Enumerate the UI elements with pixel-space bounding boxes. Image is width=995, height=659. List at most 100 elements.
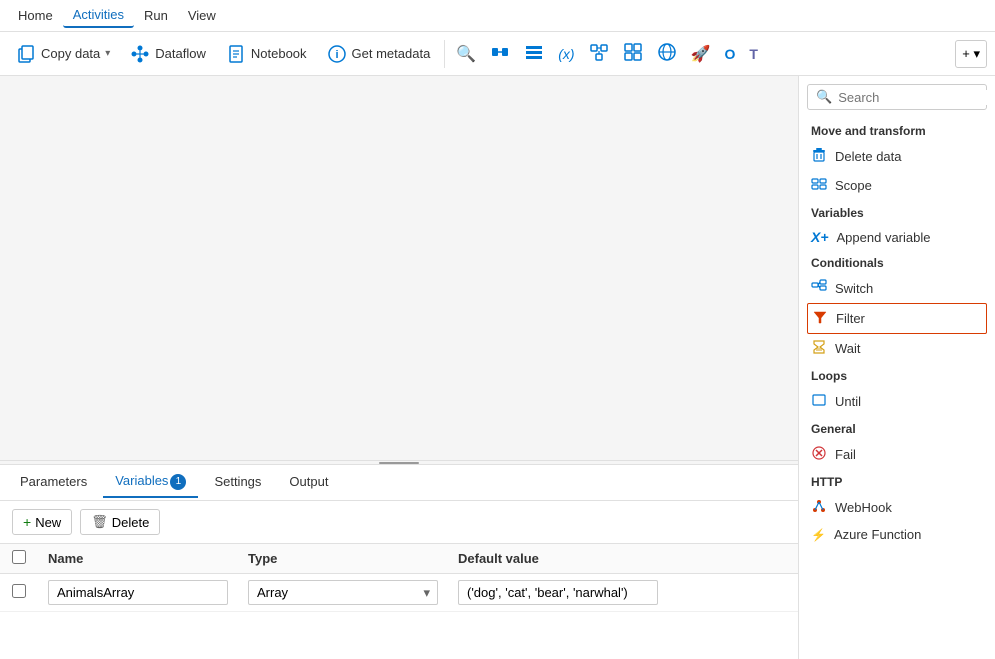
- header-default: Default value: [458, 551, 786, 566]
- row-type-cell: Array String Boolean Integer ▾: [248, 580, 458, 605]
- new-icon: +: [23, 514, 31, 530]
- name-input[interactable]: [48, 580, 228, 605]
- bottom-actions: + New 🗑 Delete: [0, 501, 798, 544]
- azure-function-icon: ⚡: [811, 528, 826, 542]
- fail-label: Fail: [835, 447, 856, 462]
- variables-table: Name Type Default value Array: [0, 544, 798, 612]
- wait-label: Wait: [835, 341, 861, 356]
- bottom-tabs: Parameters Variables1 Settings Output: [0, 465, 798, 501]
- section-conditionals-label: Conditionals: [799, 250, 995, 274]
- formula-button[interactable]: (x): [553, 41, 579, 67]
- flow-button[interactable]: [584, 37, 614, 70]
- azure-function-label: Azure Function: [834, 527, 921, 542]
- panel-item-webhook[interactable]: WebHook: [799, 493, 995, 522]
- menu-view[interactable]: View: [178, 4, 226, 27]
- pipeline-icon: [490, 42, 510, 65]
- toolbar-separator-1: [444, 40, 445, 68]
- list-icon: [524, 42, 544, 65]
- canvas-area: Parameters Variables1 Settings Output + …: [0, 76, 798, 659]
- copy-data-label: Copy data: [41, 46, 100, 61]
- template-button[interactable]: [618, 37, 648, 70]
- panel-item-filter[interactable]: Filter: [807, 303, 987, 334]
- panel-item-azure-function[interactable]: ⚡ Azure Function: [799, 522, 995, 547]
- panel-item-fail[interactable]: Fail: [799, 440, 995, 469]
- tab-variables[interactable]: Variables1: [103, 467, 198, 498]
- filter-label: Filter: [836, 311, 865, 326]
- panel-sections: Move and transform Delete data: [799, 118, 995, 659]
- new-label: New: [35, 515, 61, 530]
- panel-item-delete-data[interactable]: Delete data: [799, 142, 995, 171]
- outlook-button[interactable]: O: [719, 41, 740, 67]
- notebook-button[interactable]: Notebook: [218, 39, 315, 69]
- scope-icon: [811, 176, 827, 195]
- section-http-label: HTTP: [799, 469, 995, 493]
- globe-icon: [657, 42, 677, 65]
- panel-item-switch[interactable]: Switch: [799, 274, 995, 303]
- search-toolbar-button[interactable]: 🔍: [451, 39, 481, 69]
- switch-icon: [811, 279, 827, 298]
- variables-badge: 1: [170, 474, 186, 490]
- delete-data-label: Delete data: [835, 149, 902, 164]
- until-label: Until: [835, 394, 861, 409]
- row-checkbox[interactable]: [12, 584, 26, 598]
- switch-label: Switch: [835, 281, 873, 296]
- search-icon: 🔍: [816, 89, 832, 105]
- teams-icon: T: [749, 46, 758, 62]
- toolbar-more-button[interactable]: + ▾: [955, 40, 987, 68]
- template-icon: [623, 42, 643, 65]
- get-metadata-label: Get metadata: [352, 46, 431, 61]
- menu-activities[interactable]: Activities: [63, 3, 134, 28]
- tab-parameters[interactable]: Parameters: [8, 468, 99, 497]
- menu-run[interactable]: Run: [134, 4, 178, 27]
- type-select[interactable]: Array String Boolean Integer: [248, 580, 438, 605]
- panel-item-scope[interactable]: Scope: [799, 171, 995, 200]
- bottom-panel: Parameters Variables1 Settings Output + …: [0, 464, 798, 659]
- new-button[interactable]: + New: [12, 509, 72, 535]
- svg-text:i: i: [335, 49, 338, 61]
- row-name-cell: [48, 580, 248, 605]
- panel-item-until[interactable]: Until: [799, 387, 995, 416]
- filter-icon: [812, 309, 828, 328]
- section-general-label: General: [799, 416, 995, 440]
- tab-settings[interactable]: Settings: [202, 468, 273, 497]
- tab-output[interactable]: Output: [277, 468, 340, 497]
- table-header: Name Type Default value: [0, 544, 798, 574]
- delete-button[interactable]: 🗑 Delete: [80, 509, 160, 535]
- delete-data-icon: [811, 147, 827, 166]
- pipeline-button[interactable]: [485, 37, 515, 70]
- search-input[interactable]: [838, 90, 995, 105]
- globe-button[interactable]: [652, 37, 682, 70]
- dataflow-button[interactable]: Dataflow: [122, 39, 214, 69]
- webhook-icon: [811, 498, 827, 517]
- header-type: Type: [248, 551, 458, 566]
- menu-bar: Home Activities Run View: [0, 0, 995, 32]
- panel-item-wait[interactable]: Wait: [799, 334, 995, 363]
- section-variables-label: Variables: [799, 200, 995, 224]
- menu-home[interactable]: Home: [8, 4, 63, 27]
- notebook-icon: [226, 44, 246, 64]
- outlook-icon: O: [724, 46, 735, 62]
- dataflow-icon: [130, 44, 150, 64]
- fail-icon: [811, 445, 827, 464]
- select-all-checkbox[interactable]: [12, 550, 26, 564]
- webhook-label: WebHook: [835, 500, 892, 515]
- search-box[interactable]: 🔍: [807, 84, 987, 110]
- append-variable-label: Append variable: [837, 230, 931, 245]
- scope-label: Scope: [835, 178, 872, 193]
- delete-icon: 🗑: [91, 514, 108, 530]
- table-row: Array String Boolean Integer ▾: [0, 574, 798, 612]
- canvas-workspace[interactable]: [0, 76, 798, 460]
- toolbar: Copy data ▾ Dataflow Notebook: [0, 32, 995, 76]
- default-value-input[interactable]: [458, 580, 658, 605]
- teams-button[interactable]: T: [744, 41, 763, 67]
- flag-button[interactable]: 🚀: [686, 39, 716, 69]
- copy-data-button[interactable]: Copy data ▾: [8, 39, 118, 69]
- panel-item-append-variable[interactable]: X+ Append variable: [799, 224, 995, 250]
- dataflow-label: Dataflow: [155, 46, 206, 61]
- append-variable-icon: X+: [811, 229, 829, 245]
- right-panel: 🔍 Move and transform Delete data: [798, 76, 995, 659]
- header-checkbox-col: [12, 550, 48, 567]
- get-metadata-button[interactable]: i Get metadata: [319, 39, 439, 69]
- wait-icon: [811, 339, 827, 358]
- list-button[interactable]: [519, 37, 549, 70]
